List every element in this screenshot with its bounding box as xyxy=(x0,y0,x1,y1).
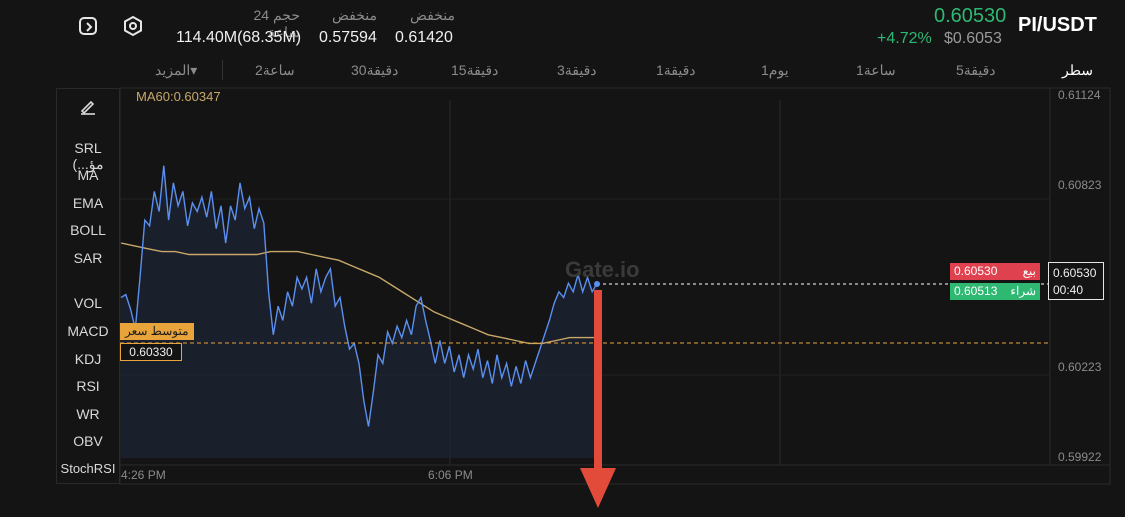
price-chart[interactable]: Gate.io MA60:0.60347 0.61124 0.60823 0.6… xyxy=(0,0,1125,517)
avg-price-value: 0.60330 xyxy=(120,343,182,361)
y-tick-2: 0.60223 xyxy=(1058,360,1102,374)
buy-label: شراء xyxy=(1010,284,1036,298)
buy-price: 0.60513 xyxy=(954,284,998,298)
y-tick-1: 0.60823 xyxy=(1058,178,1102,192)
current-point xyxy=(594,281,600,287)
sell-label: بيع xyxy=(1022,264,1036,278)
y-tick-3: 0.59922 xyxy=(1058,450,1102,464)
price-area xyxy=(121,165,597,458)
arrow-shaft xyxy=(594,290,602,480)
buy-tag: 0.60513 شراء xyxy=(950,283,1040,300)
ma-label: MA60:0.60347 xyxy=(136,89,221,104)
y-tick-0: 0.61124 xyxy=(1058,88,1101,102)
avg-price-label: متوسط سعر xyxy=(120,323,194,340)
watermark: Gate.io xyxy=(565,257,640,282)
arrow-head xyxy=(580,468,616,508)
sell-tag: 0.60530 بيع xyxy=(950,263,1040,280)
x-tick-1: 6:06 PM xyxy=(428,468,473,482)
x-tick-0: 4:26 PM xyxy=(121,468,166,482)
current-price-box: 0.60530 00:40 xyxy=(1048,262,1104,300)
countdown: 00:40 xyxy=(1053,283,1084,297)
sell-price: 0.60530 xyxy=(954,264,998,278)
current-price: 0.60530 xyxy=(1053,266,1097,280)
